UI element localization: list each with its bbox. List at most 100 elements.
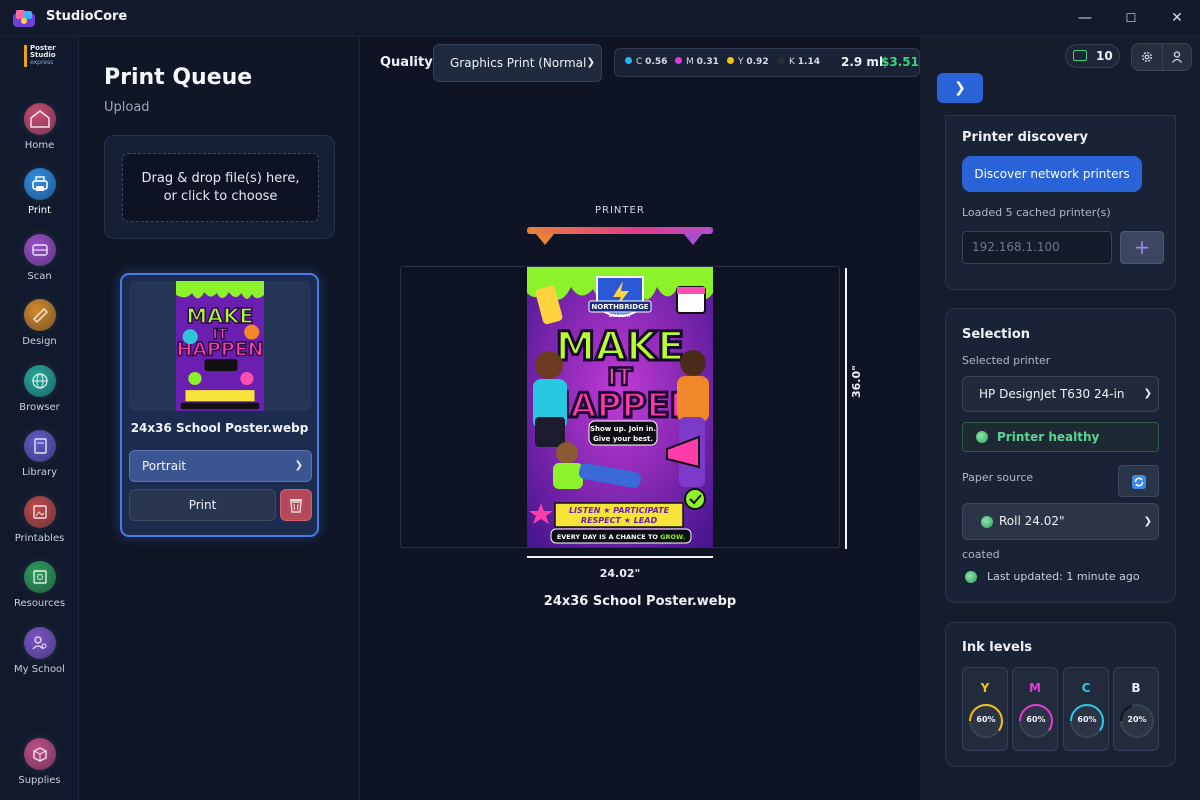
sidebar-item-label: My School <box>14 664 65 675</box>
expand-panel-button[interactable]: ❯ <box>937 73 983 103</box>
status-dot-icon <box>976 431 988 443</box>
drop-line-2: or click to choose <box>163 189 278 204</box>
status-dot-icon <box>965 571 977 583</box>
chevron-down-icon: ❯ <box>294 460 303 471</box>
poster-bubble-2: Give your best. <box>593 435 653 443</box>
drop-line-1: Drag & drop file(s) here, <box>141 171 300 186</box>
poster-footer: EVERY DAY IS A CHANCE TO GROW. <box>557 533 685 541</box>
chevron-right-icon: ❯ <box>954 80 966 96</box>
upload-label: Upload <box>104 100 150 115</box>
queue-item-filename: 24x36 School Poster.webp <box>130 421 309 435</box>
ink-cost: $3.51 <box>881 55 919 69</box>
delete-button[interactable] <box>280 489 312 521</box>
header-icon-group <box>1131 43 1192 71</box>
refresh-button[interactable] <box>1118 465 1159 497</box>
ink-c-label: C <box>636 57 643 67</box>
ink-y-label: Y <box>738 57 744 67</box>
user-icon[interactable] <box>1170 50 1184 64</box>
poster-thumbnail: MAKE IT HAPPEN <box>176 281 264 411</box>
print-button[interactable]: Print <box>129 489 276 521</box>
poster-preview[interactable]: NORTHBRIDGE ACADEMY MAKE IT HAPPEN Show … <box>527 267 713 547</box>
sidebar-item-supplies[interactable]: Supplies <box>0 738 79 786</box>
ink-level-m: M 60% <box>1012 667 1058 751</box>
printer-select[interactable]: HP DesignJet T630 24-in ❯ <box>962 376 1159 412</box>
ink-level-percent: 60% <box>1077 715 1097 724</box>
maximize-button[interactable]: ☐ <box>1120 8 1142 28</box>
ink-y-value: 0.92 <box>746 57 769 67</box>
ink-c-value: 0.56 <box>645 57 668 67</box>
svg-text:MAKE: MAKE <box>186 304 253 328</box>
printer-select-value: HP DesignJet T630 24-in <box>979 387 1125 401</box>
poster-banner-2: RESPECT ★ LEAD <box>581 516 658 525</box>
ink-level-letter: B <box>1131 681 1141 695</box>
orientation-value: Portrait <box>142 459 187 473</box>
sidebar-item-resources[interactable]: Resources <box>0 561 79 609</box>
ink-usage-m: M 0.31 <box>675 49 719 76</box>
poster-badge-text: NORTHBRIDGE <box>591 303 648 311</box>
ink-level-percent: 60% <box>1026 715 1046 724</box>
status-dot-icon <box>981 516 993 528</box>
sidebar-item-label: Supplies <box>18 775 61 786</box>
magenta-dot-icon <box>675 57 682 64</box>
resources-icon <box>23 561 56 593</box>
poster-banner-1: LISTEN ★ PARTICIPATE <box>569 506 670 515</box>
add-printer-button[interactable]: + <box>1120 231 1164 264</box>
sidebar-item-home[interactable]: Home <box>0 103 79 151</box>
queue-item-card[interactable]: MAKE IT HAPPEN 24x36 School Poster.webp … <box>120 273 319 537</box>
yellow-dot-icon <box>727 57 734 64</box>
page-title: Print Queue <box>104 65 253 90</box>
paper-source-label: Paper source <box>962 471 1034 484</box>
printer-discovery-section: Printer discovery Discover network print… <box>945 115 1176 290</box>
sidebar-item-printables[interactable]: Printables <box>0 496 79 544</box>
ink-k-label: K <box>789 57 795 67</box>
box-icon <box>23 738 56 770</box>
ink-m-label: M <box>686 57 694 67</box>
close-button[interactable]: ✕ <box>1166 8 1188 28</box>
app-logo-icon <box>13 10 35 27</box>
brand-line-3: express <box>30 59 54 66</box>
upload-section: Drag & drop file(s) here, or click to ch… <box>104 135 335 239</box>
ink-level-c: C 60% <box>1063 667 1109 751</box>
ink-levels-section: Ink levels Y 60% M 60% C 60% B 20% <box>945 622 1176 767</box>
sidebar-item-label: Browser <box>19 402 60 413</box>
paper-source-select[interactable]: Roll 24.02" ❯ <box>962 503 1159 540</box>
printables-icon <box>23 496 56 528</box>
school-icon <box>23 627 56 659</box>
sidebar-item-print[interactable]: Print <box>0 168 79 216</box>
thumbnail-frame: MAKE IT HAPPEN <box>129 281 311 411</box>
sidebar-item-label: Print <box>27 205 51 216</box>
ink-k-value: 1.14 <box>797 57 820 67</box>
ink-level-percent: 20% <box>1127 715 1147 724</box>
ink-m-value: 0.31 <box>696 57 719 67</box>
quality-select[interactable]: Graphics Print (Normal ❯ <box>433 44 602 82</box>
ip-address-input[interactable]: 192.168.1.100 <box>962 231 1112 264</box>
trash-icon <box>290 499 302 513</box>
icon-divider <box>1162 44 1163 70</box>
sidebar-item-design[interactable]: Design <box>0 299 79 347</box>
sidebar-item-label: Resources <box>13 598 66 609</box>
poster-footer-a: EVERY DAY IS A CHANCE TO <box>557 533 660 541</box>
sidebar-item-browser[interactable]: Browser <box>0 365 79 413</box>
minimize-button[interactable]: — <box>1074 8 1096 28</box>
sidebar: Poster Studio express Home Print Scan Desig… <box>0 37 79 800</box>
home-icon <box>23 103 56 135</box>
orientation-select[interactable]: Portrait ❯ <box>129 450 312 482</box>
ink-level-letter: M <box>1029 681 1041 695</box>
printer-status-text: Printer healthy <box>997 430 1100 444</box>
ink-usage-summary: C 0.56 M 0.31 Y 0.92 K 1.14 2.9 ml $3.51 <box>614 48 920 77</box>
sidebar-item-library[interactable]: Library <box>0 430 79 478</box>
app-window: StudioCore — ☐ ✕ Poster Studio express H… <box>0 0 1200 800</box>
last-updated-text: Last updated: 1 minute ago <box>987 570 1140 583</box>
ink-level-b: B 20% <box>1113 667 1159 751</box>
print-queue-panel: Print Queue Upload Drag & drop file(s) h… <box>80 37 360 800</box>
ink-total-ml: 2.9 ml <box>841 55 884 69</box>
discover-printers-button[interactable]: Discover network printers <box>962 156 1142 192</box>
sidebar-item-label: Home <box>24 140 55 151</box>
height-dimension-label: 36.0" <box>850 365 863 398</box>
sidebar-item-scan[interactable]: Scan <box>0 234 79 282</box>
width-dimension-line <box>527 556 713 558</box>
gear-icon[interactable] <box>1140 50 1154 64</box>
printer-label: PRINTER <box>595 205 645 216</box>
file-drop-zone[interactable]: Drag & drop file(s) here, or click to ch… <box>122 153 319 222</box>
sidebar-item-my-school[interactable]: My School <box>0 627 79 675</box>
